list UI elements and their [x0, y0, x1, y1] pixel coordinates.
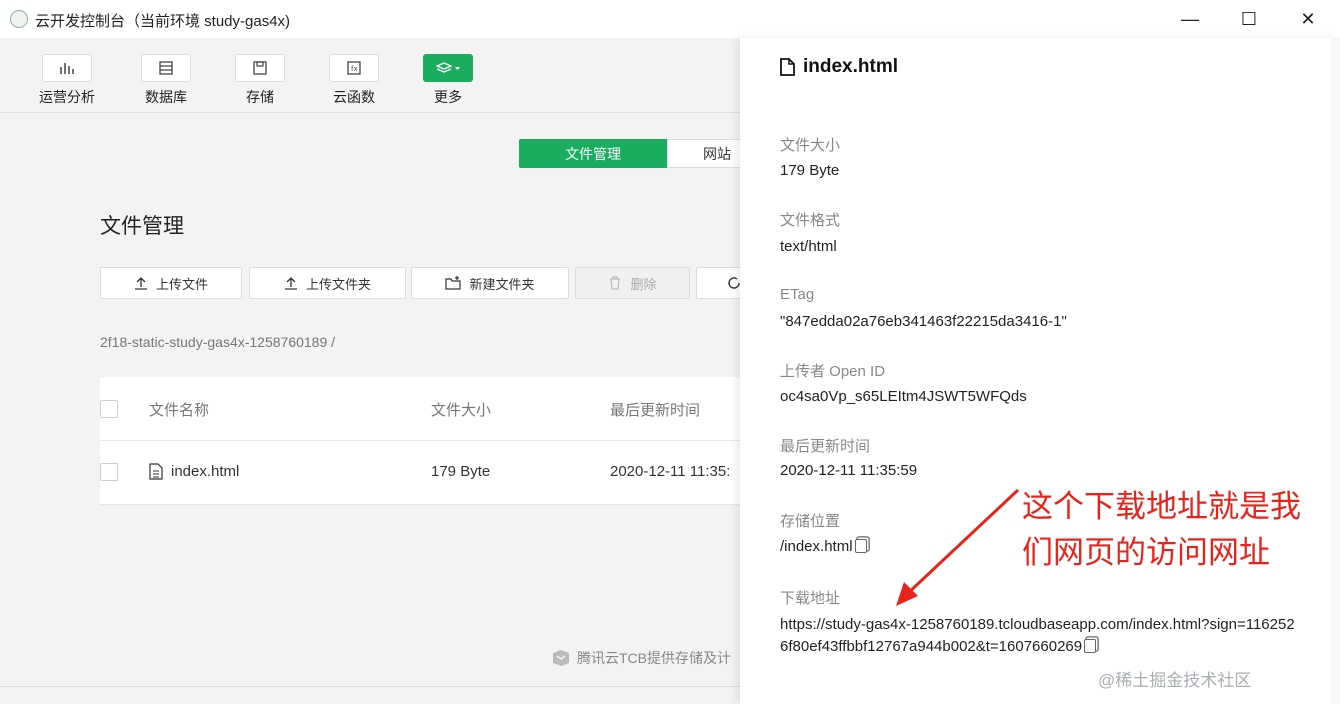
minimize-button[interactable]: —: [1175, 6, 1205, 32]
upload-icon: [284, 277, 297, 290]
table-row[interactable]: index.html 179 Byte 2020-12-11 11:35:: [100, 441, 740, 505]
row-file-size: 179 Byte: [431, 463, 491, 480]
uploader-value: oc4sa0Vp_s65LEItm4JSWT5WFQds: [780, 388, 1027, 405]
location-label: 存储位置: [780, 513, 841, 530]
upload-file-button[interactable]: 上传文件: [100, 267, 242, 299]
etag-value: "847edda02a76eb341463f22215da3416-1": [780, 313, 1067, 330]
svg-text:fx: fx: [351, 65, 358, 73]
page-title: 文件管理: [100, 215, 184, 238]
file-detail-panel: index.html 文件大小 179 Byte 文件格式 text/html …: [740, 38, 1340, 704]
save-icon: [253, 61, 267, 75]
row-file-name[interactable]: index.html: [149, 463, 239, 480]
file-table: 文件名称 文件大小 最后更新时间 index.html 179 Byte 202…: [100, 377, 740, 505]
updated-value: 2020-12-11 11:35:59: [780, 462, 918, 479]
toolbar-more[interactable]: 更多: [408, 54, 488, 107]
file-icon: [780, 58, 795, 76]
row-updated: 2020-12-11 11:35:: [610, 463, 731, 480]
header-size: 文件大小: [431, 402, 492, 419]
toolbar-storage[interactable]: 存储: [220, 54, 300, 107]
upload-folder-button[interactable]: 上传文件夹: [249, 267, 406, 299]
trash-icon: [610, 276, 621, 290]
file-icon: [149, 463, 163, 480]
size-value: 179 Byte: [780, 162, 840, 179]
uploader-label: 上传者 Open ID: [780, 363, 886, 380]
database-icon: [159, 61, 173, 75]
etag-label: ETag: [780, 286, 815, 303]
select-all-checkbox[interactable]: [100, 400, 118, 418]
format-label: 文件格式: [780, 212, 841, 229]
layers-icon: [435, 62, 460, 73]
maximize-button[interactable]: ☐: [1234, 6, 1264, 32]
close-button[interactable]: ✕: [1293, 6, 1323, 32]
row-checkbox[interactable]: [100, 463, 118, 481]
toolbar-analytics[interactable]: 运营分析: [27, 54, 107, 107]
download-label: 下载地址: [780, 590, 841, 607]
footer-note: 腾讯云TCB提供存储及计: [551, 648, 731, 668]
top-toolbar: 运营分析 数据库 存储 fx 云函数 更多: [0, 38, 740, 113]
breadcrumb[interactable]: 2f18-static-study-gas4x-1258760189 /: [100, 334, 335, 350]
tab-file-management[interactable]: 文件管理: [519, 139, 667, 168]
copy-icon[interactable]: [1084, 639, 1097, 653]
function-icon: fx: [347, 61, 361, 75]
header-name: 文件名称: [149, 402, 210, 419]
table-header: 文件名称 文件大小 最后更新时间: [100, 377, 740, 441]
updated-label: 最后更新时间: [780, 438, 871, 455]
window-title: 云开发控制台（当前环境 study-gas4x): [35, 13, 291, 30]
annotation-arrow-icon: [896, 488, 1020, 606]
size-label: 文件大小: [780, 137, 841, 154]
app-logo-icon: [10, 10, 28, 28]
download-url[interactable]: https://study-gas4x-1258760189.tcloudbas…: [780, 614, 1300, 658]
toolbar-database[interactable]: 数据库: [126, 54, 206, 107]
divider: [0, 686, 740, 687]
new-folder-button[interactable]: 新建文件夹: [411, 267, 569, 299]
copy-icon[interactable]: [854, 539, 867, 553]
main-area: 文件管理 网站 文件管理 上传文件 上传文件夹 新建文件夹 删除 2f18-st…: [0, 114, 767, 704]
scrollbar[interactable]: [1330, 38, 1340, 704]
tcb-logo-icon: [553, 650, 569, 666]
watermark: @稀土掘金技术社区: [1098, 671, 1252, 690]
upload-icon: [134, 277, 147, 290]
refresh-icon: [728, 277, 740, 289]
title-bar: 云开发控制台（当前环境 study-gas4x) — ☐ ✕: [0, 0, 1340, 38]
bar-chart-icon: [60, 63, 74, 74]
panel-title: index.html: [780, 56, 898, 78]
header-updated: 最后更新时间: [610, 402, 701, 419]
delete-button[interactable]: 删除: [575, 267, 690, 299]
toolbar-functions[interactable]: fx 云函数: [314, 54, 394, 107]
refresh-button[interactable]: [696, 267, 746, 299]
location-value: /index.html: [780, 538, 867, 555]
folder-plus-icon: [445, 276, 462, 290]
annotation-text: 这个下载地址就是我 们网页的访问网址: [1022, 489, 1301, 571]
format-value: text/html: [780, 238, 837, 255]
